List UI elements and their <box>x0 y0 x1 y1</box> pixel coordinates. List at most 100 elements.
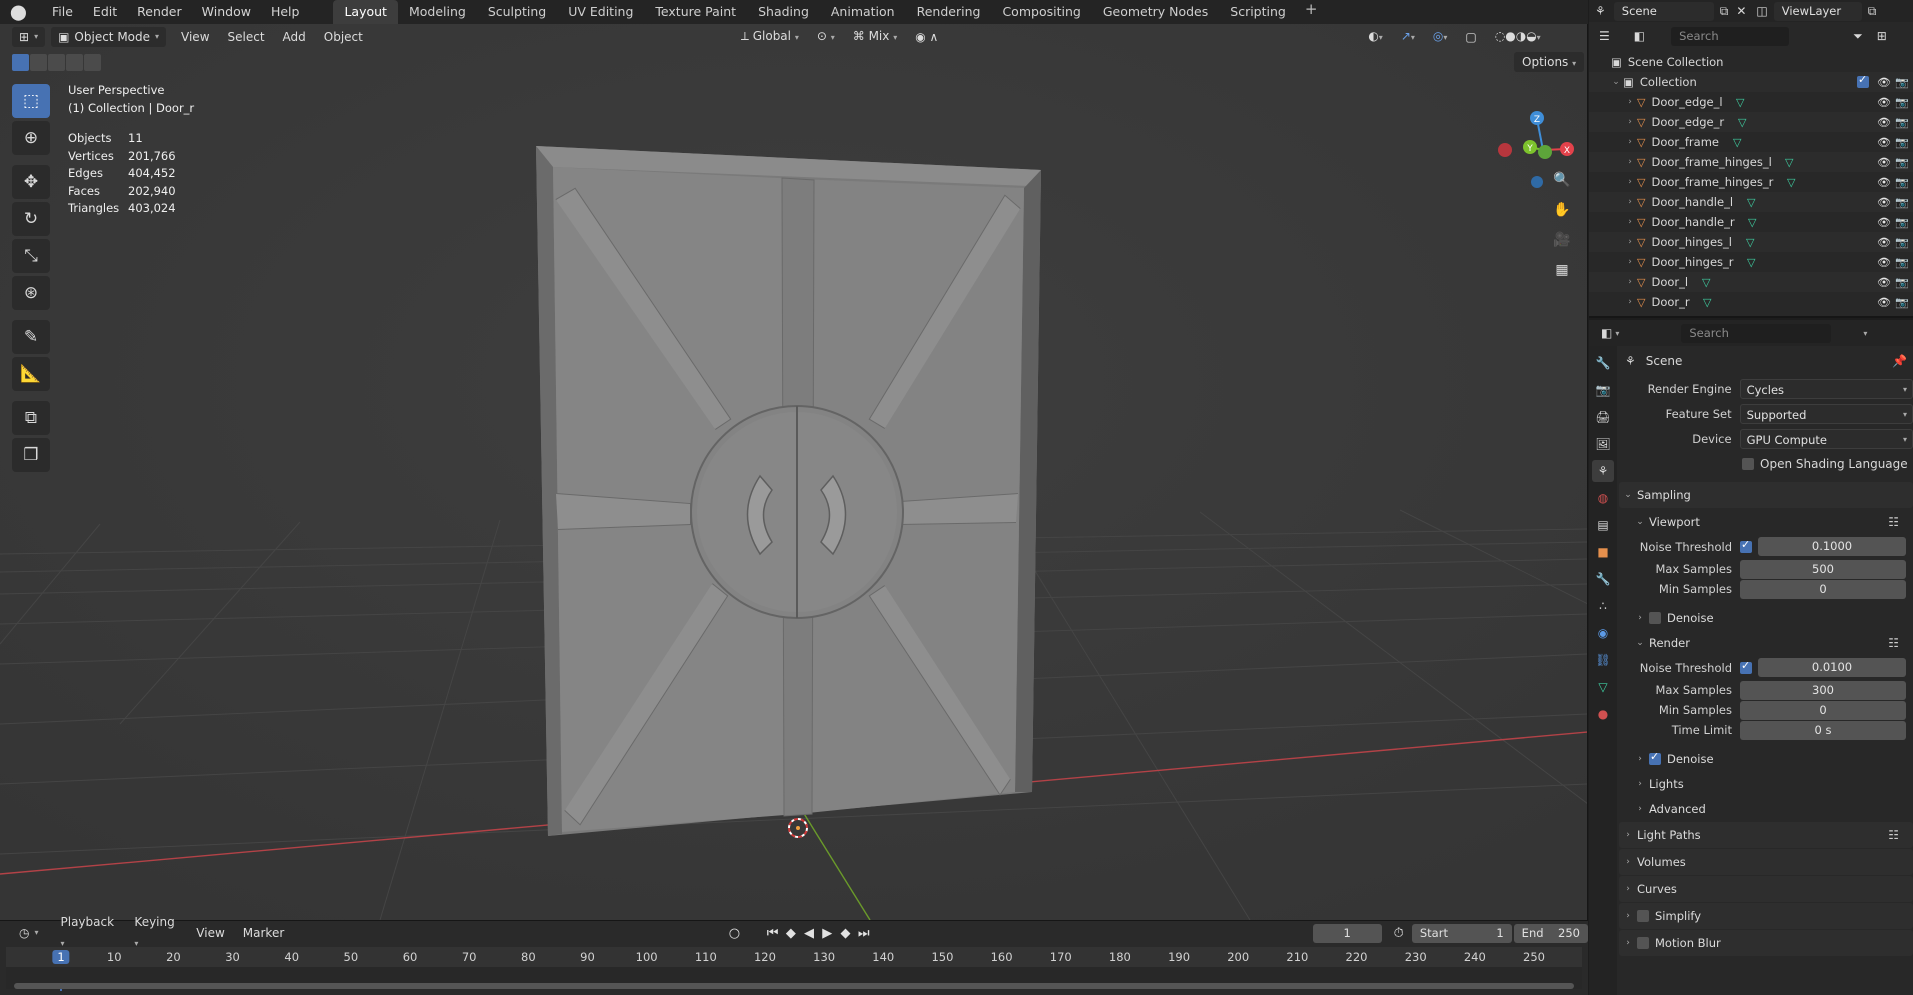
eye-icon[interactable]: 👁 <box>1877 256 1891 269</box>
motion-blur-checkbox[interactable] <box>1637 937 1649 949</box>
zoom-icon[interactable]: 🔍 <box>1550 168 1574 192</box>
r-noise-threshold-checkbox[interactable] <box>1740 659 1752 674</box>
expand-icon[interactable]: › <box>1623 117 1637 127</box>
editor-type-button[interactable]: ⊞ ▾ <box>12 27 46 47</box>
physics-tab-icon[interactable]: ◉ <box>1592 622 1614 644</box>
outliner-item[interactable]: › ▽ Door_handle_l ▽ 👁 📷 <box>1589 192 1913 212</box>
playhead-frame[interactable]: 1 <box>52 950 70 964</box>
simplify-checkbox[interactable] <box>1637 910 1649 922</box>
mode-selector[interactable]: ▣ Object Mode ▾ <box>51 27 167 47</box>
r-denoise-checkbox[interactable] <box>1649 750 1661 765</box>
menu-help[interactable]: Help <box>261 0 310 24</box>
play-icon[interactable]: ▶ <box>818 926 836 941</box>
eye-icon[interactable]: 👁 <box>1877 96 1891 109</box>
menu-add[interactable]: Add <box>274 27 315 47</box>
camera-icon[interactable]: 📷 <box>1895 76 1909 89</box>
new-collection-icon[interactable]: ⊞ <box>1877 29 1887 43</box>
outliner-filter-mode-icon[interactable]: ◧ <box>1634 29 1645 43</box>
overlay-toggle[interactable]: ◎▾ <box>1424 26 1457 48</box>
mesh-data-icon[interactable]: ▽ <box>1746 236 1754 249</box>
constraints-tab-icon[interactable]: ⛓ <box>1592 649 1614 671</box>
menu-edit[interactable]: Edit <box>83 0 127 24</box>
camera-icon[interactable]: 📷 <box>1895 236 1909 249</box>
view-layer-icon[interactable]: ◫ <box>1756 4 1767 18</box>
lights-subpanel-header[interactable]: › Lights <box>1619 771 1913 796</box>
tab-geometry-nodes[interactable]: Geometry Nodes <box>1092 0 1219 24</box>
device-dropdown[interactable]: GPU Compute ▾ <box>1739 428 1913 449</box>
mesh-data-icon[interactable]: ▽ <box>1703 296 1711 309</box>
vp-min-samples-field[interactable]: 0 <box>1740 579 1906 599</box>
tab-rendering[interactable]: Rendering <box>906 0 992 24</box>
data-tab-icon[interactable]: ▽ <box>1592 676 1614 698</box>
object-tab-icon[interactable]: ■ <box>1592 541 1614 563</box>
sampling-panel-header[interactable]: ⌄ Sampling <box>1619 482 1913 508</box>
blender-logo-icon[interactable]: ⬤ <box>10 3 32 21</box>
simplify-panel-header[interactable]: › Simplify <box>1619 903 1913 929</box>
eye-icon[interactable]: 👁 <box>1877 136 1891 149</box>
r-min-samples-field[interactable]: 0 <box>1740 700 1906 720</box>
measure-tool[interactable]: 📐 <box>12 357 50 391</box>
scene-selector[interactable]: Scene <box>1613 1 1714 21</box>
add-cube-tool[interactable]: ⧉ <box>12 401 50 435</box>
outliner-item[interactable]: › ▽ Door_frame_hinges_l ▽ 👁 📷 <box>1589 152 1913 172</box>
outliner-search-input[interactable]: Search <box>1671 26 1790 46</box>
vp-max-samples-field[interactable]: 500 <box>1740 559 1906 579</box>
tab-shading[interactable]: Shading <box>747 0 820 24</box>
expand-icon[interactable]: ⌄ <box>1609 77 1623 87</box>
presets-list-icon[interactable]: ☷ <box>1888 828 1899 842</box>
annotate-tool[interactable]: ✎ <box>12 320 50 354</box>
transform-orientation[interactable]: ⟂ Global ▾ <box>732 26 808 48</box>
expand-icon[interactable]: › <box>1623 297 1637 307</box>
select-box-tool[interactable]: ⬚ <box>12 84 50 118</box>
render-tab-icon[interactable]: 📷 <box>1592 379 1614 401</box>
scene-selector-icon[interactable]: ⚘ <box>1595 4 1606 18</box>
camera-icon[interactable]: 📷 <box>1895 156 1909 169</box>
3d-viewport[interactable]: Z X Y ⊞ ▾ ▣ Object Mode ▾ View Select Add O… <box>0 24 1588 920</box>
outliner-item[interactable]: › ▽ Door_frame ▽ 👁 📷 <box>1589 132 1913 152</box>
select-intersect-icon[interactable] <box>84 54 101 71</box>
delete-scene-icon[interactable]: ✕ <box>1736 4 1746 18</box>
r-denoise-subpanel-header[interactable]: › Denoise <box>1619 746 1913 771</box>
select-new-icon[interactable] <box>12 54 29 71</box>
shading-modes[interactable]: ◌●◑◒▾ <box>1486 26 1550 48</box>
feature-set-dropdown[interactable]: Supported ▾ <box>1739 403 1913 424</box>
osl-checkbox[interactable] <box>1742 457 1754 470</box>
collection-tab-icon[interactable]: ▤ <box>1592 514 1614 536</box>
mesh-data-icon[interactable]: ▽ <box>1787 176 1795 189</box>
next-key-icon[interactable]: ◆ <box>836 926 854 941</box>
camera-icon[interactable]: 📷 <box>1895 116 1909 129</box>
select-subtract-icon[interactable] <box>48 54 65 71</box>
timeline-scrollbar[interactable] <box>14 983 1574 989</box>
menu-window[interactable]: Window <box>192 0 261 24</box>
stopwatch-icon[interactable]: ⏱ <box>1390 926 1408 941</box>
door-model[interactable] <box>536 146 1041 836</box>
world-tab-icon[interactable]: ◍ <box>1592 487 1614 509</box>
menu-select[interactable]: Select <box>219 27 274 47</box>
expand-icon[interactable]: › <box>1623 157 1637 167</box>
render-engine-dropdown[interactable]: Cycles ▾ <box>1739 378 1913 399</box>
add-workspace-icon[interactable]: + <box>1297 0 1326 24</box>
collection-include-checkbox[interactable] <box>1857 73 1869 88</box>
eye-icon[interactable]: 👁 <box>1877 216 1891 229</box>
menu-timeline-view[interactable]: View <box>187 923 233 943</box>
light-paths-panel-header[interactable]: › Light Paths ☷ <box>1619 822 1913 848</box>
new-scene-icon[interactable]: ⧉ <box>1720 4 1729 19</box>
outliner-item[interactable]: › ▽ Door_hinges_l ▽ 👁 📷 <box>1589 232 1913 252</box>
timeline-ruler[interactable]: 1 10 20 30 40 50 60 70 80 90 100 110 120 130 140 150 160… <box>6 947 1582 991</box>
jump-end-icon[interactable]: ⏭ <box>855 926 873 941</box>
mesh-data-icon[interactable]: ▽ <box>1733 136 1741 149</box>
view-layer-tab-icon[interactable]: 🖼 <box>1592 433 1614 455</box>
expand-icon[interactable]: › <box>1623 197 1637 207</box>
outliner-item[interactable]: › ▽ Door_edge_l ▽ 👁 📷 <box>1589 92 1913 112</box>
auto-key-icon[interactable]: ○ <box>725 926 743 941</box>
r-max-samples-field[interactable]: 300 <box>1740 680 1906 700</box>
rotate-tool[interactable]: ↻ <box>12 202 50 236</box>
cursor-tool[interactable]: ⊕ <box>12 121 50 155</box>
tab-texture-paint[interactable]: Texture Paint <box>644 0 747 24</box>
r-noise-threshold-field[interactable]: 0.0100 <box>1758 658 1906 677</box>
scene-collection-row[interactable]: ▣ Scene Collection <box>1589 52 1913 72</box>
advanced-subpanel-header[interactable]: › Advanced <box>1619 796 1913 821</box>
mesh-data-icon[interactable]: ▽ <box>1747 256 1755 269</box>
collection-row[interactable]: ⌄ ▣ Collection 👁 📷 <box>1589 72 1913 92</box>
select-extend-icon[interactable] <box>30 54 47 71</box>
